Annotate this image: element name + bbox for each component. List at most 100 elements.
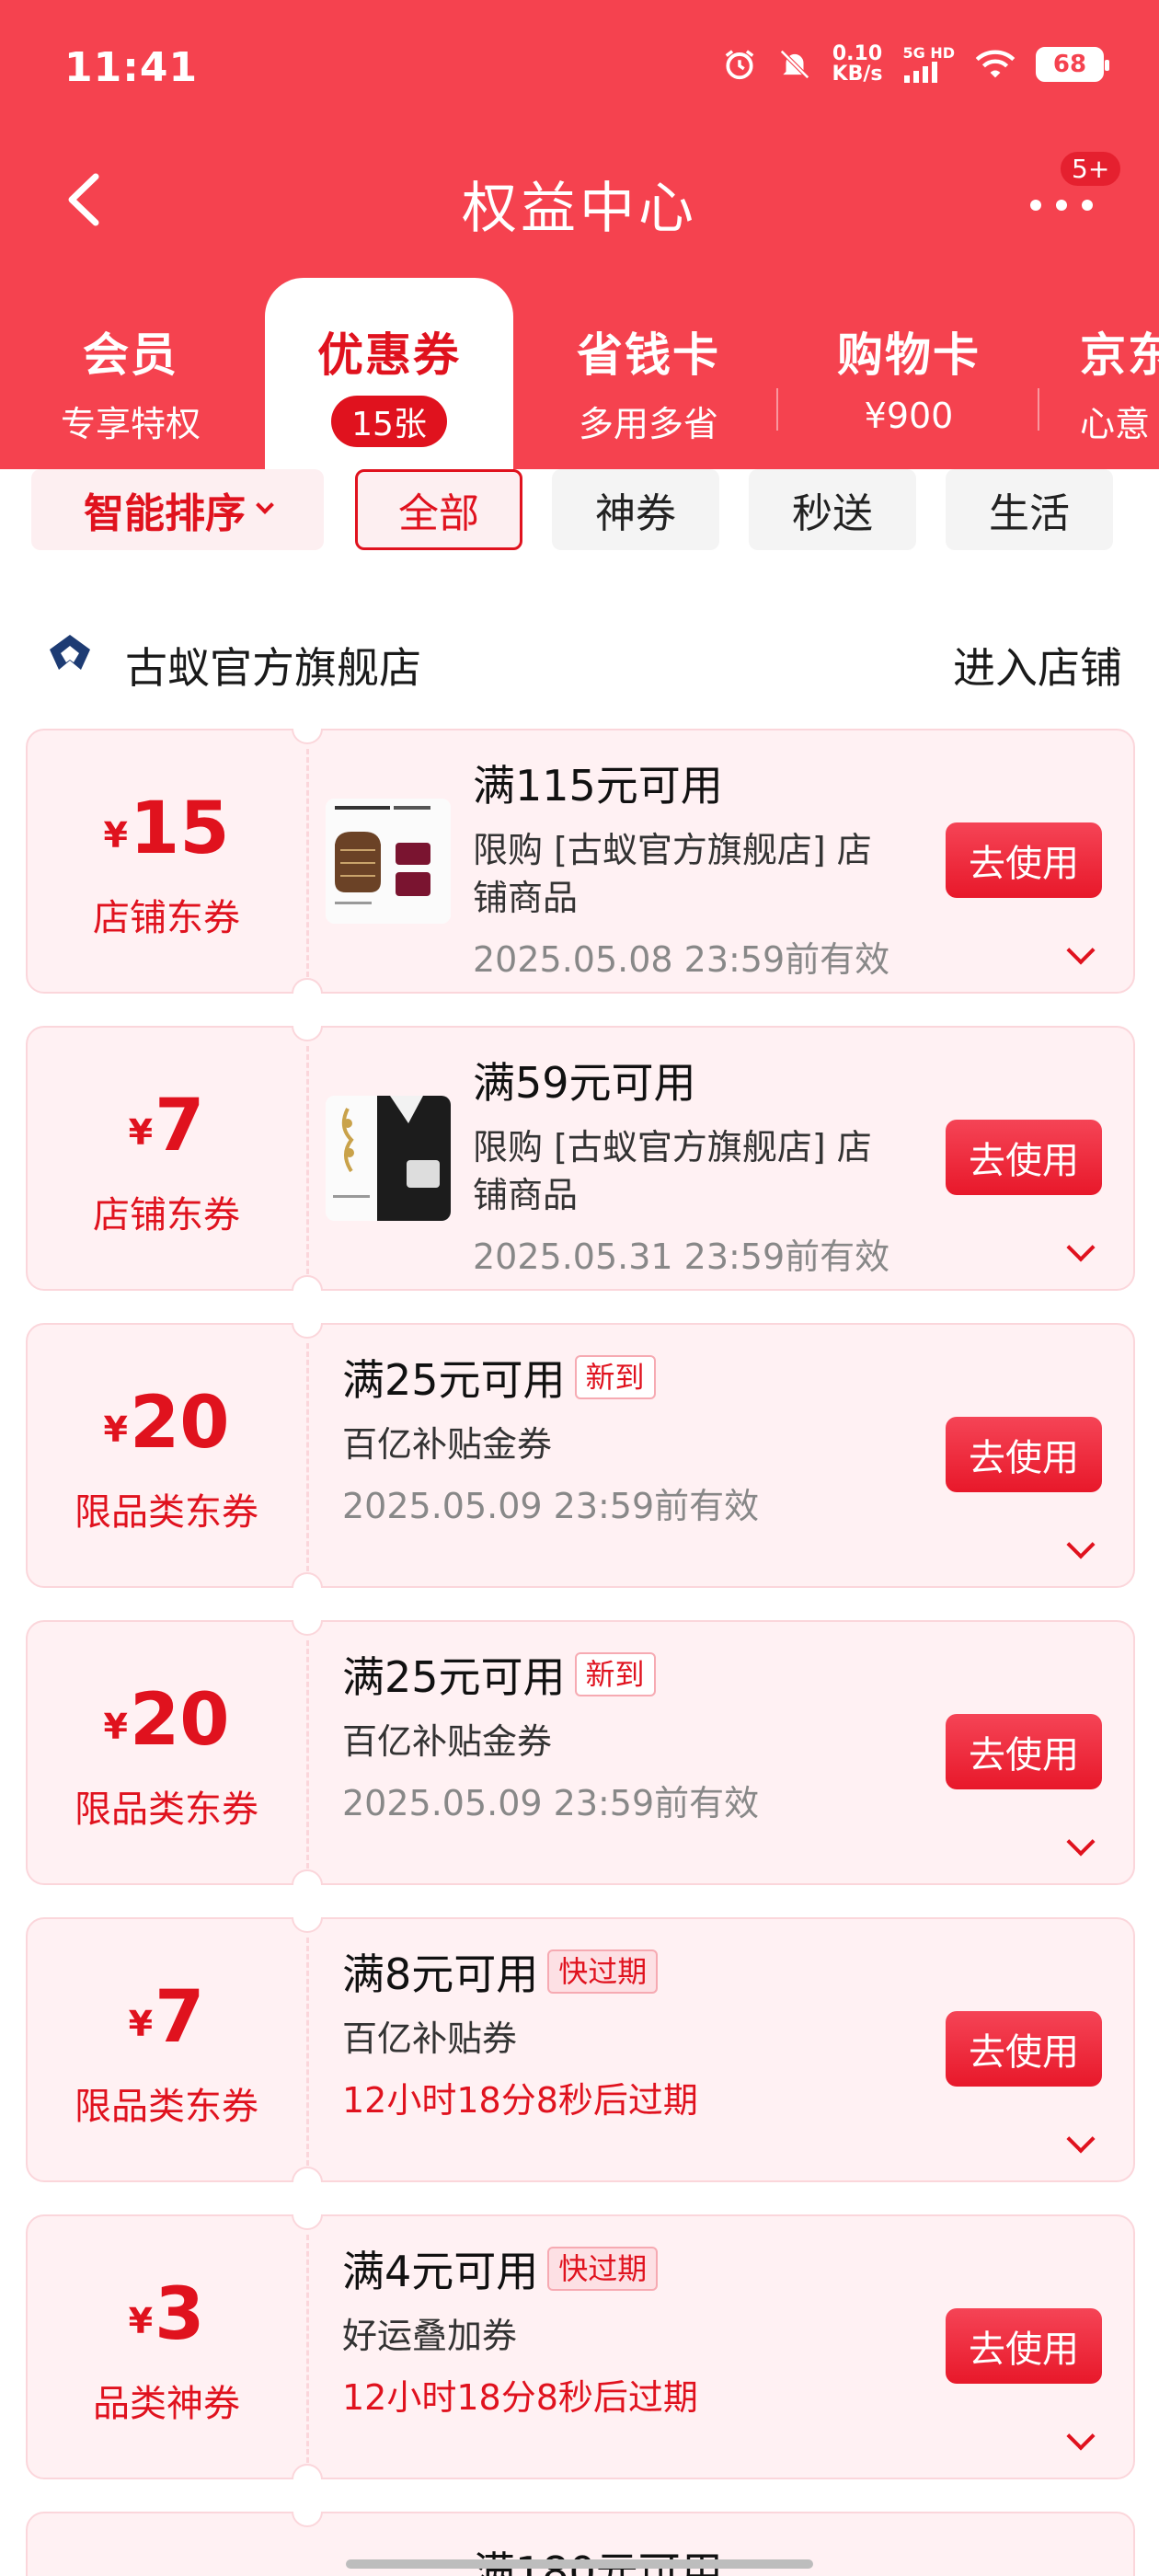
coupon-threshold: 满115元可用	[473, 753, 905, 813]
tab-subtitle: ¥900	[864, 396, 954, 436]
use-coupon-button[interactable]: 去使用	[946, 2308, 1102, 2384]
card-notch	[292, 2512, 323, 2527]
net-speed-value: 0.10	[832, 42, 883, 65]
coupon-amount-value: 7	[155, 1085, 205, 1167]
message-badge: 5+	[1058, 149, 1124, 189]
coupon-card: ¥7 限品类东券 满8元可用 快过期 百亿补贴券 12小时18分8秒后过期 去使用	[26, 1917, 1135, 2182]
tab-shopping-card[interactable]: 购物卡 ¥900	[780, 278, 1038, 469]
tab-title: 优惠券	[317, 328, 461, 382]
tab-jd-gift[interactable]: 京东 心意	[1041, 278, 1159, 469]
alarm-icon	[725, 50, 753, 80]
coupon-threshold-text: 满25元可用	[342, 1355, 566, 1405]
signal-icon	[904, 62, 938, 83]
coupon-amount: ¥20	[28, 1382, 305, 1471]
currency-symbol: ¥	[128, 1112, 154, 1153]
filter-bar: 智能排序 全部 神券 秒送 生活	[0, 469, 1159, 552]
sort-dropdown[interactable]: 智能排序	[31, 469, 324, 550]
coupon-card: ¥20 限品类东券 满25元可用 新到 百亿补贴金券 2025.05.09 23:…	[26, 1323, 1135, 1588]
coupon-expiry: 2025.05.08 23:59前有效	[473, 939, 890, 980]
coupon-card: ¥20 限品类东券 满25元可用 新到 百亿补贴金券 2025.05.09 23:…	[26, 1620, 1135, 1885]
coupon-threshold-text: 满180元可用	[473, 2539, 723, 2576]
home-indicator[interactable]	[346, 2559, 813, 2569]
coupon-value-section: ¥15 店铺东券	[28, 730, 305, 995]
nav-bar: 权益中心 5+	[0, 147, 1159, 248]
coupon-amount: ¥3	[28, 2273, 305, 2363]
coupon-threshold-text: 满8元可用	[342, 1949, 539, 1999]
mute-bell-icon	[779, 50, 809, 79]
expiring-soon-tag: 快过期	[547, 1949, 659, 1994]
card-divider	[306, 1343, 309, 1571]
coupon-threshold: 满8元可用 快过期	[342, 1941, 775, 2002]
chevron-down-icon[interactable]	[1066, 2421, 1096, 2451]
tab-title: 省钱卡	[577, 328, 720, 382]
coupon-details: 满180元可用	[473, 2539, 723, 2576]
chevron-down-icon[interactable]	[1066, 936, 1096, 965]
tab-member[interactable]: 会员 专享特权	[0, 278, 261, 469]
coupon-details: 满25元可用 新到 百亿补贴金券 2025.05.09 23:59前有效	[342, 1347, 775, 1528]
header: 11:41 0.10 KB/s 5G HD 68 权益中心 5+ 会员 专享特权…	[0, 0, 1159, 469]
status-bar: 11:41 0.10 KB/s 5G HD 68	[0, 0, 1159, 138]
use-coupon-button[interactable]: 去使用	[946, 1417, 1102, 1492]
coupon-expiry: 2025.05.09 23:59前有效	[342, 1783, 760, 1823]
coupon-details: 满115元可用 限购 [古蚁官方旗舰店] 店铺商品 2025.05.08 23:…	[473, 753, 905, 982]
use-coupon-button[interactable]: 去使用	[946, 2011, 1102, 2087]
filter-god-coupon[interactable]: 神券	[552, 469, 719, 550]
coupon-amount: ¥20	[28, 1679, 305, 1768]
coupon-countdown: 12小时18分8秒后过期	[342, 2080, 698, 2121]
coupon-amount-value: 7	[155, 1976, 205, 2059]
sort-label: 智能排序	[84, 490, 246, 537]
status-icons: 0.10 KB/s 5G HD 68	[722, 42, 1109, 85]
coupon-value-section: ¥7 店铺东券	[28, 1028, 305, 1293]
tab-title: 京东	[1080, 328, 1159, 382]
coupon-description: 百亿补贴券	[342, 2018, 518, 2059]
tab-coupons[interactable]: 优惠券 15张	[265, 278, 513, 469]
coupon-description: 限购 [古蚁官方旗舰店] 店铺商品	[473, 1127, 872, 1215]
expiring-soon-tag: 快过期	[547, 2247, 659, 2291]
coupon-amount-value: 3	[155, 2273, 205, 2356]
coupon-description: 好运叠加券	[342, 2316, 518, 2356]
coupon-threshold: 满59元可用	[473, 1050, 905, 1110]
filter-all[interactable]: 全部	[355, 469, 522, 550]
coupon-description: 限购 [古蚁官方旗舰店] 店铺商品	[473, 830, 872, 918]
network-type-label: 5G HD	[902, 44, 955, 62]
chevron-down-icon[interactable]	[1066, 1233, 1096, 1262]
tab-subtitle: 专享特权	[60, 404, 201, 444]
coupon-type: 限品类东券	[75, 2086, 258, 2128]
coupon-details: 满59元可用 限购 [古蚁官方旗舰店] 店铺商品 2025.05.31 23:5…	[473, 1050, 905, 1279]
tab-title: 购物卡	[837, 328, 981, 382]
more-button[interactable]: 5+	[1021, 149, 1124, 232]
coupon-amount-value: 20	[129, 1679, 230, 1762]
use-coupon-button[interactable]: 去使用	[946, 1714, 1102, 1789]
filter-instant-delivery[interactable]: 秒送	[749, 469, 916, 550]
chevron-down-icon[interactable]	[1066, 1530, 1096, 1559]
card-divider	[306, 1046, 309, 1274]
tab-title: 会员	[83, 328, 178, 382]
chevron-down-icon[interactable]	[1066, 2124, 1096, 2154]
coupon-threshold-text: 满59元可用	[473, 1058, 696, 1108]
coupon-details: 满8元可用 快过期 百亿补贴券 12小时18分8秒后过期	[342, 1941, 775, 2122]
new-arrival-tag: 新到	[574, 1355, 656, 1399]
currency-symbol: ¥	[128, 2301, 154, 2341]
coupon-value-section: ¥20 限品类东券	[28, 1622, 305, 1887]
wifi-icon	[975, 50, 1016, 78]
tab-divider	[776, 388, 778, 431]
coupon-value-section: ¥20 限品类东券	[28, 1325, 305, 1590]
currency-symbol: ¥	[103, 815, 128, 856]
card-divider	[306, 2235, 309, 2463]
coupon-description: 百亿补贴金券	[342, 1424, 553, 1465]
coupon-expiry: 2025.05.09 23:59前有效	[342, 1486, 760, 1526]
tab-divider	[1038, 388, 1039, 431]
enter-shop-link[interactable]: 进入店铺	[953, 635, 1122, 696]
chevron-down-icon[interactable]	[1066, 1827, 1096, 1857]
shop-name[interactable]: 古蚁官方旗舰店	[125, 635, 421, 696]
currency-symbol: ¥	[128, 2004, 154, 2044]
coupon-threshold-text: 满4元可用	[342, 2247, 539, 2296]
use-coupon-button[interactable]: 去使用	[946, 1120, 1102, 1195]
tab-savings-card[interactable]: 省钱卡 多用多省	[517, 278, 780, 469]
chevron-down-icon	[256, 496, 274, 514]
use-coupon-button[interactable]: 去使用	[946, 822, 1102, 898]
currency-symbol: ¥	[103, 1707, 128, 1747]
currency-symbol: ¥	[103, 1409, 128, 1450]
filter-life[interactable]: 生活	[946, 469, 1113, 550]
coupon-card: ¥15 店铺东券 满115元可用 限购 [古蚁官方旗舰店] 店铺商品 2025.…	[26, 729, 1135, 994]
